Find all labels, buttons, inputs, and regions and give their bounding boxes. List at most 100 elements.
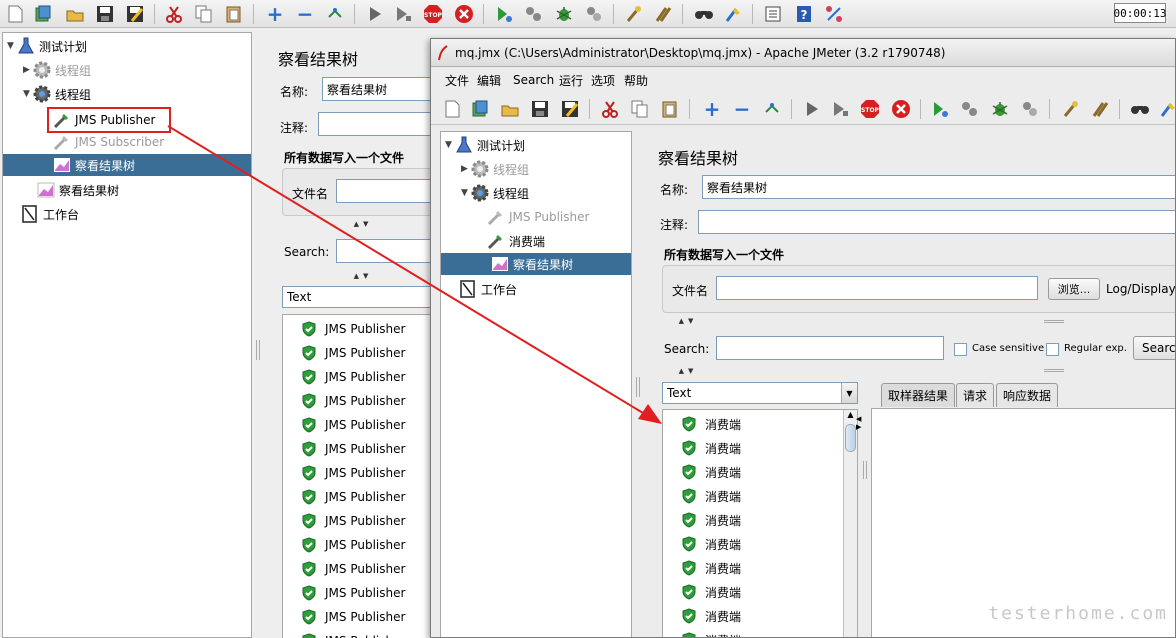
result-row[interactable]: 消费端 — [681, 604, 741, 628]
tree-item-thread-group-disabled[interactable]: ▶ 线程组 — [461, 158, 529, 180]
collapsed-arrow-icon[interactable]: ▶ — [461, 164, 471, 174]
shutdown-icon[interactable] — [890, 98, 912, 120]
renderer-select[interactable]: Text ▼ — [662, 382, 858, 404]
result-row[interactable]: 消费端 — [681, 556, 741, 580]
tree-item-consumer[interactable]: 消费端 — [487, 230, 545, 252]
regex-checkbox[interactable] — [1046, 343, 1059, 356]
splitter-grip[interactable]: ▲▼ — [658, 317, 718, 325]
result-row[interactable]: 消费端 — [681, 460, 741, 484]
result-row[interactable]: JMS Publisher — [301, 533, 405, 557]
new-icon[interactable] — [4, 3, 26, 25]
copy-icon[interactable] — [193, 3, 215, 25]
tree-item-jms-publisher[interactable]: JMS Publisher — [47, 107, 172, 133]
comment-field[interactable] — [698, 210, 1175, 234]
clear-icon[interactable] — [1059, 98, 1081, 120]
scrollbar-thumb[interactable] — [845, 424, 856, 452]
clear-icon[interactable] — [622, 3, 644, 25]
copy-icon[interactable] — [629, 98, 651, 120]
comment-field[interactable] — [318, 112, 434, 136]
templates-icon[interactable] — [32, 3, 54, 25]
tree-item-workbench[interactable]: 工作台 — [459, 278, 517, 300]
result-row[interactable]: JMS Publisher — [301, 629, 405, 638]
stop-icon[interactable]: STOP — [859, 98, 881, 120]
stop-icon[interactable]: STOP — [422, 3, 444, 25]
paste-icon[interactable] — [223, 3, 245, 25]
tree-item-view-results-tree-selected[interactable]: 察看结果树 — [441, 253, 631, 275]
result-row[interactable]: 消费端 — [681, 412, 741, 436]
search-button[interactable]: Searc — [1133, 336, 1175, 360]
search-icon[interactable] — [693, 3, 715, 25]
remote-shutdown-icon[interactable] — [989, 98, 1011, 120]
tree-item-thread-group-disabled[interactable]: ▶ 线程组 — [23, 59, 91, 81]
splitter-grip[interactable] — [863, 461, 867, 479]
splitter-grip[interactable] — [256, 340, 260, 360]
renderer-select[interactable]: Text — [282, 286, 434, 308]
results-scrollbar[interactable]: ▲ — [843, 410, 857, 637]
open-icon[interactable] — [499, 98, 521, 120]
result-row[interactable]: 消费端 — [681, 628, 741, 637]
browse-button[interactable]: 浏览... — [1048, 278, 1100, 300]
remote-exit-icon[interactable] — [1019, 98, 1041, 120]
chevron-down-icon[interactable]: ▼ — [841, 383, 857, 403]
result-row[interactable]: JMS Publisher — [301, 461, 405, 485]
filename-field[interactable] — [336, 179, 434, 203]
reset-search-icon[interactable] — [722, 3, 744, 25]
result-row[interactable]: JMS Publisher — [301, 317, 405, 341]
cut-icon[interactable] — [599, 98, 621, 120]
tab-response-data[interactable]: 响应数据 — [996, 383, 1059, 407]
tab-sampler-result[interactable]: 取样器结果 — [881, 383, 956, 407]
result-row[interactable]: JMS Publisher — [301, 413, 405, 437]
paste-icon[interactable] — [659, 98, 681, 120]
remote-start-icon[interactable] — [493, 3, 515, 25]
start-no-pause-icon[interactable] — [392, 3, 414, 25]
result-row[interactable]: JMS Publisher — [301, 605, 405, 629]
search-icon[interactable] — [1129, 98, 1151, 120]
expanded-arrow-icon[interactable]: ▼ — [7, 41, 17, 51]
expanded-arrow-icon[interactable]: ▼ — [445, 140, 455, 150]
start-icon[interactable] — [364, 3, 386, 25]
save-as-icon[interactable] — [124, 3, 146, 25]
result-row[interactable]: 消费端 — [681, 436, 741, 460]
result-row[interactable]: JMS Publisher — [301, 437, 405, 461]
splitter-grip[interactable] — [636, 377, 640, 397]
result-row[interactable]: JMS Publisher — [301, 557, 405, 581]
collapsed-arrow-icon[interactable]: ▶ — [23, 65, 33, 75]
menu-file[interactable]: 文件 — [445, 69, 469, 91]
result-row[interactable]: JMS Publisher — [301, 341, 405, 365]
start-icon[interactable] — [801, 98, 823, 120]
search-input[interactable] — [716, 336, 944, 360]
save-icon[interactable] — [529, 98, 551, 120]
cut-icon[interactable] — [163, 3, 185, 25]
save-as-icon[interactable] — [559, 98, 581, 120]
remote-icon[interactable] — [823, 3, 845, 25]
collapse-icon[interactable]: − — [731, 98, 753, 120]
open-icon[interactable] — [64, 3, 86, 25]
collapse-arrows-icon[interactable]: ◀ ▶ — [856, 415, 861, 431]
case-sensitive-checkbox[interactable] — [954, 343, 967, 356]
clear-all-icon[interactable] — [652, 3, 674, 25]
tree-item-workbench[interactable]: 工作台 — [21, 203, 79, 225]
menu-options[interactable]: 选项 — [591, 69, 615, 91]
result-row[interactable]: JMS Publisher — [301, 485, 405, 509]
menu-search[interactable]: Search — [513, 69, 554, 91]
splitter-grip[interactable] — [1044, 369, 1064, 372]
tree-item-view-results-tree-selected[interactable]: 察看结果树 — [3, 154, 251, 176]
expand-icon[interactable]: + — [264, 3, 286, 25]
new-icon[interactable] — [441, 98, 463, 120]
tree-item-test-plan[interactable]: ▼ 测试计划 — [445, 134, 525, 156]
result-row[interactable]: 消费端 — [681, 484, 741, 508]
clear-all-icon[interactable] — [1089, 98, 1111, 120]
splitter-grip[interactable] — [1044, 320, 1064, 323]
remote-stop-icon[interactable] — [523, 3, 545, 25]
save-icon[interactable] — [94, 3, 116, 25]
help-icon[interactable]: ? — [793, 3, 815, 25]
toggle-icon[interactable] — [324, 3, 346, 25]
remote-shutdown-icon[interactable] — [553, 3, 575, 25]
function-helper-icon[interactable] — [762, 3, 784, 25]
remote-exit-icon[interactable] — [583, 3, 605, 25]
tree-item-jms-subscriber[interactable]: JMS Subscriber — [53, 131, 164, 153]
filename-field[interactable] — [716, 276, 1038, 300]
toggle-icon[interactable] — [761, 98, 783, 120]
result-row[interactable]: JMS Publisher — [301, 389, 405, 413]
tree-item-jms-publisher[interactable]: JMS Publisher — [487, 206, 589, 228]
